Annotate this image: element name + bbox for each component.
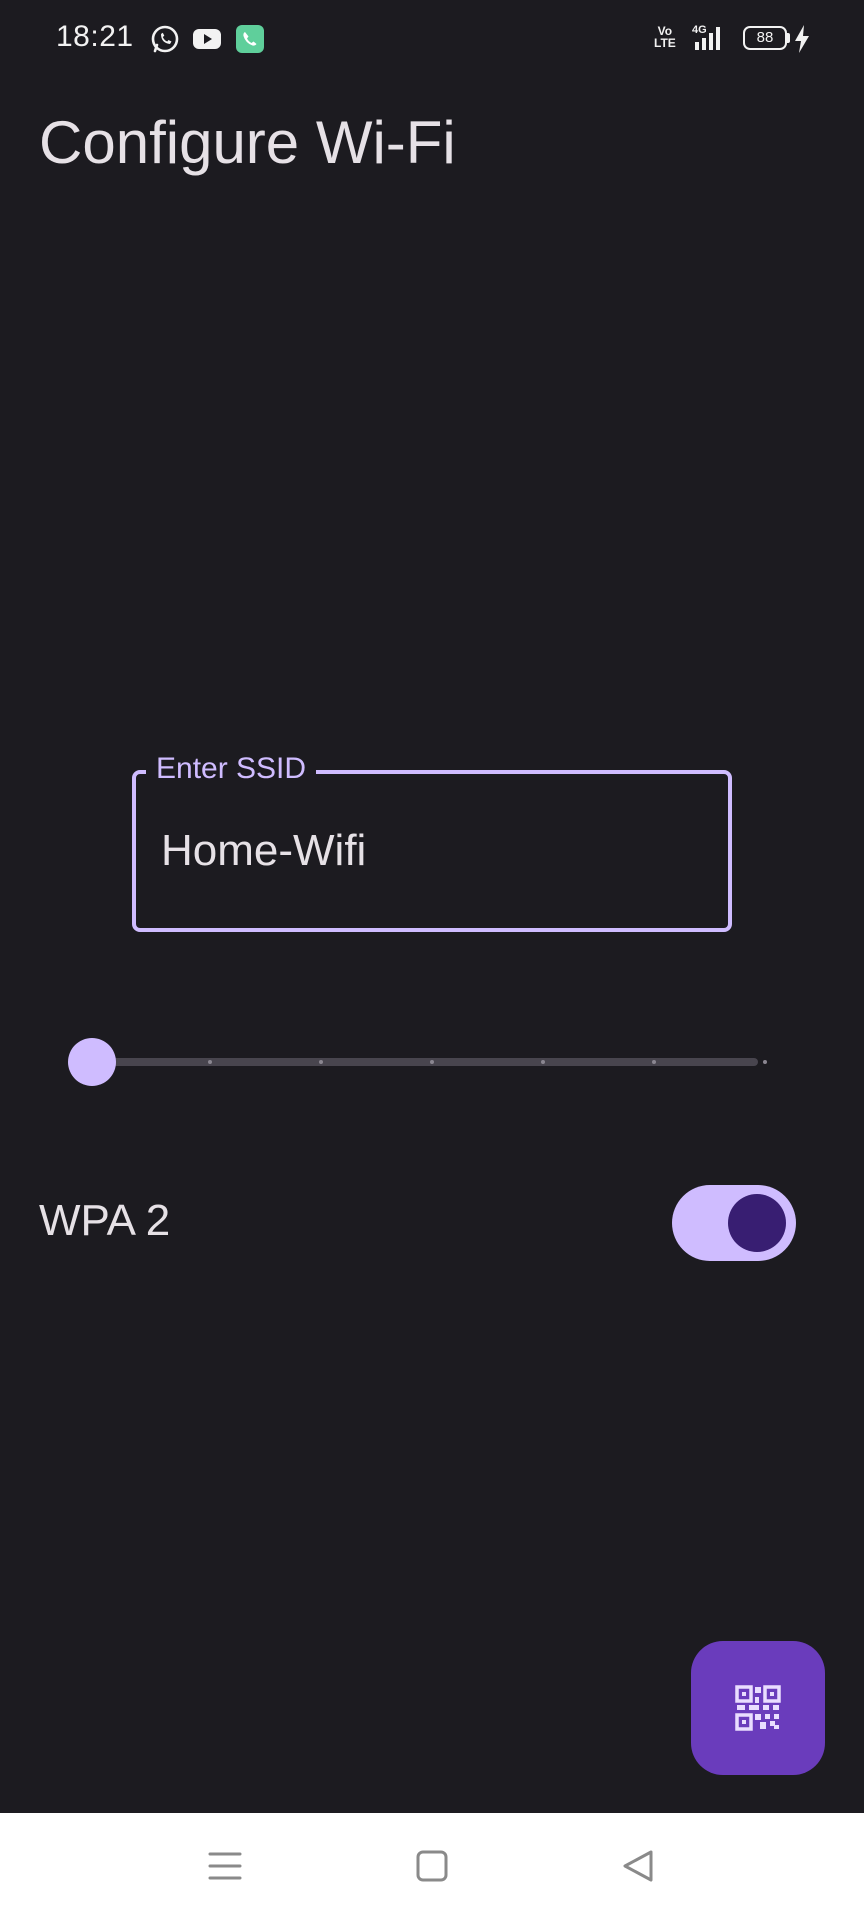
slider-tick [763, 1060, 767, 1064]
svg-text:4G: 4G [692, 24, 707, 36]
slider-tick [319, 1060, 323, 1064]
page-title: Configure Wi-Fi [39, 109, 456, 176]
channel-slider[interactable] [68, 1036, 772, 1088]
switch-knob[interactable] [728, 1194, 786, 1252]
qr-code-button[interactable] [691, 1641, 825, 1775]
ssid-field-label: Enter SSID [146, 752, 317, 786]
wpa2-label: WPA 2 [39, 1196, 171, 1245]
status-time: 18:21 [56, 20, 134, 53]
back-triangle-icon[interactable] [621, 1849, 655, 1883]
volte-icon: Vo LTE [654, 24, 676, 50]
phone-call-icon [236, 25, 264, 53]
slider-thumb[interactable] [68, 1038, 116, 1086]
qr-code-icon [735, 1685, 781, 1731]
4g-signal-icon: 4G [692, 24, 720, 50]
wpa2-switch[interactable] [672, 1185, 796, 1261]
slider-tick [541, 1060, 545, 1064]
slider-tick [430, 1060, 434, 1064]
slider-tick [208, 1060, 212, 1064]
screen: 18:21 Vo LTE 4G 88 Configure Wi-Fi Enter… [0, 0, 864, 1920]
status-bar: 18:21 Vo LTE 4G 88 [0, 0, 864, 78]
battery-icon: 88 [743, 26, 787, 50]
ssid-input[interactable] [161, 826, 701, 876]
battery-tip [787, 33, 790, 43]
slider-tick [652, 1060, 656, 1064]
home-square-icon[interactable] [415, 1849, 449, 1883]
youtube-icon [193, 29, 221, 49]
slider-track[interactable] [92, 1058, 758, 1066]
menu-icon[interactable] [207, 1849, 243, 1883]
system-nav-bar [0, 1813, 864, 1920]
charging-bolt-icon [795, 25, 809, 53]
whatsapp-icon [151, 25, 179, 53]
